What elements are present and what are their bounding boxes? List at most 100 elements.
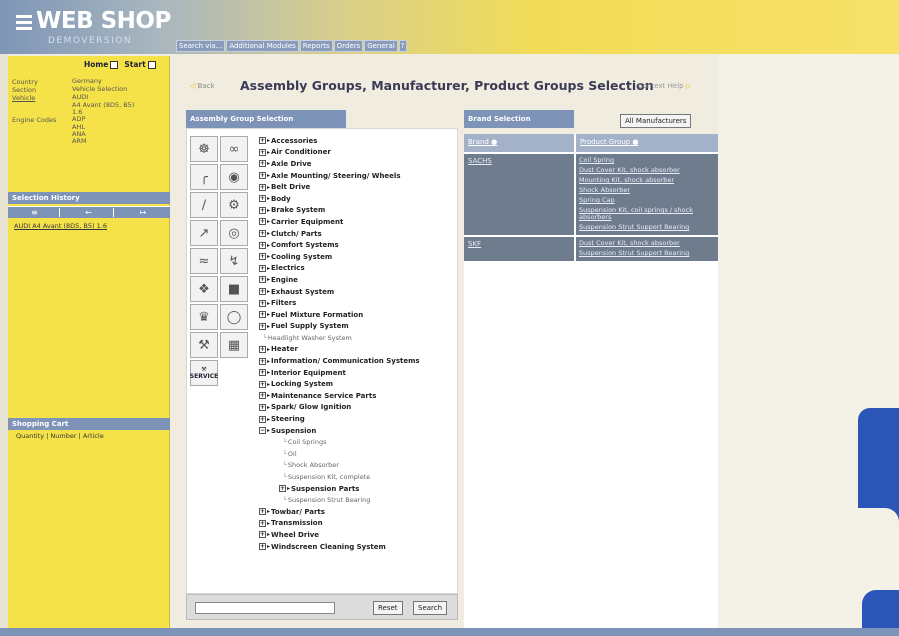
tree-item[interactable]: └ Headlight Washer System <box>259 332 459 344</box>
expand-icon[interactable]: + <box>259 288 266 296</box>
belt-drive-icon[interactable]: ∞ <box>220 136 248 162</box>
product-group-link[interactable]: Suspension Strut Support Bearing <box>579 250 715 257</box>
product-group-column-header[interactable]: Product Group ● <box>576 134 718 152</box>
tree-item[interactable]: + ▸ Filters <box>259 297 459 309</box>
wheel-icon[interactable]: ◎ <box>220 220 248 246</box>
tree-item[interactable]: + ▸ Fuel Supply System <box>259 321 459 333</box>
tree-item[interactable]: + ▸ Axle Mounting/ Steering/ Wheels <box>259 170 459 182</box>
tree-item[interactable]: + ▸ Fuel Mixture Formation <box>259 309 459 321</box>
expand-icon[interactable]: + <box>259 369 266 377</box>
nav-reports[interactable]: Reports <box>299 40 333 52</box>
fuel-pump-icon[interactable]: ♛ <box>190 304 218 330</box>
spark-plug-icon[interactable]: ↗ <box>190 220 218 246</box>
product-group-link[interactable]: Suspension Kit, coil springs / shock abs… <box>579 207 715 221</box>
collapse-icon[interactable]: − <box>259 427 266 435</box>
expand-icon[interactable]: + <box>279 485 286 493</box>
nav-help[interactable]: ? <box>398 40 407 52</box>
tree-item[interactable]: + ▸ Wheel Drive <box>259 529 459 541</box>
brake-disc-icon[interactable]: ◉ <box>220 164 248 190</box>
tree-item[interactable]: + ▸ Electrics <box>259 263 459 275</box>
tree-item[interactable]: + ▸ Clutch/ Parts <box>259 228 459 240</box>
brand-skf-link[interactable]: SKF <box>464 237 574 261</box>
tree-item[interactable]: + ▸ Information/ Communication Systems <box>259 355 459 367</box>
product-group-link[interactable]: Coil Spring <box>579 157 715 164</box>
tree-item[interactable]: + ▸ Maintenance Service Parts <box>259 390 459 402</box>
history-link[interactable]: AUDI A4 Avant (8D5, B5) 1.6 <box>14 222 107 230</box>
tree-item[interactable]: + ▸ Carrier Equipment <box>259 216 459 228</box>
tree-item[interactable]: + ▸ Suspension Parts <box>259 483 459 495</box>
expand-icon[interactable]: + <box>259 264 266 272</box>
tree-item[interactable]: + ▸ Heater <box>259 344 459 356</box>
tree-item[interactable]: + ▸ Transmission <box>259 518 459 530</box>
tree-item[interactable]: + ▸ Comfort Systems <box>259 239 459 251</box>
product-group-link[interactable]: Spring Cap <box>579 197 715 204</box>
tree-item[interactable]: + ▸ Towbar/ Parts <box>259 506 459 518</box>
expand-icon[interactable]: + <box>259 345 266 353</box>
tree-item[interactable]: └ Oil <box>259 448 459 460</box>
tree-item[interactable]: + ▸ Interior Equipment <box>259 367 459 379</box>
tree-item[interactable]: + ▸ Steering <box>259 413 459 425</box>
brand-sachs-link[interactable]: SACHS <box>464 154 574 235</box>
tree-item[interactable]: + ▸ Windscreen Cleaning System <box>259 541 459 553</box>
expand-icon[interactable]: + <box>259 531 266 539</box>
expand-icon[interactable]: + <box>259 357 266 365</box>
tree-item[interactable]: + ▸ Air Conditioner <box>259 147 459 159</box>
all-manufacturers-button[interactable]: All Manufacturers <box>620 114 692 128</box>
expand-icon[interactable]: + <box>259 276 266 284</box>
nav-general[interactable]: General <box>364 40 398 52</box>
expand-icon[interactable]: + <box>259 148 266 156</box>
expand-icon[interactable]: + <box>259 160 266 168</box>
history-end-icon[interactable]: ↦ <box>118 208 168 217</box>
product-group-link[interactable]: Dust Cover Kit, shock absorber <box>579 167 715 174</box>
brand-column-header[interactable]: Brand ● <box>464 134 574 152</box>
shock-absorber-icon[interactable]: ╭ <box>190 164 218 190</box>
product-group-link[interactable]: Mounting Kit, shock absorber <box>579 177 715 184</box>
nav-additional-modules[interactable]: Additional Modules <box>226 40 299 52</box>
expand-icon[interactable]: + <box>259 172 266 180</box>
tree-item[interactable]: └ Coil Springs <box>259 436 459 448</box>
seat-icon[interactable]: ■ <box>220 276 248 302</box>
product-group-link[interactable]: Dust Cover Kit, shock absorber <box>579 240 715 247</box>
filter-icon[interactable]: ❖ <box>190 276 218 302</box>
tree-item[interactable]: − ▸ Suspension <box>259 425 459 437</box>
expand-icon[interactable]: + <box>259 241 266 249</box>
nav-orders[interactable]: Orders <box>333 40 364 52</box>
expand-icon[interactable]: + <box>259 311 266 319</box>
wiper-icon[interactable]: ∕ <box>190 192 218 218</box>
tree-item[interactable]: + ▸ Body <box>259 193 459 205</box>
expand-icon[interactable]: + <box>259 415 266 423</box>
nav-search-via[interactable]: Search via... <box>176 40 226 52</box>
expand-icon[interactable]: + <box>259 183 266 191</box>
expand-icon[interactable]: + <box>259 206 266 214</box>
search-input[interactable] <box>195 602 335 614</box>
history-back-icon[interactable]: ← <box>64 208 114 217</box>
expand-icon[interactable]: + <box>259 543 266 551</box>
tree-item[interactable]: └ Suspension Strut Bearing <box>259 494 459 506</box>
tree-item[interactable]: + ▸ Locking System <box>259 378 459 390</box>
engine-icon[interactable]: ▦ <box>220 332 248 358</box>
expand-icon[interactable]: + <box>259 322 266 330</box>
product-group-link[interactable]: Suspension Strut Support Bearing <box>579 224 715 231</box>
tree-item[interactable]: + ▸ Engine <box>259 274 459 286</box>
electrics-icon[interactable]: ↯ <box>220 248 248 274</box>
tree-item[interactable]: + ▸ Exhaust System <box>259 286 459 298</box>
tree-item[interactable]: + ▸ Spark/ Glow Ignition <box>259 402 459 414</box>
history-list-icon[interactable]: ≡ <box>10 208 60 217</box>
product-group-link[interactable]: Shock Absorber <box>579 187 715 194</box>
expand-icon[interactable]: + <box>259 230 266 238</box>
tools-icon[interactable]: ⚒ <box>190 332 218 358</box>
tree-item[interactable]: + ▸ Brake System <box>259 205 459 217</box>
expand-icon[interactable]: + <box>259 195 266 203</box>
start-button[interactable]: Start <box>124 60 156 69</box>
expand-icon[interactable]: + <box>259 392 266 400</box>
home-button[interactable]: Home <box>84 60 119 69</box>
steering-wheel-icon[interactable]: ☸ <box>190 136 218 162</box>
service-icon[interactable]: ⚒ SERVICE <box>190 360 218 386</box>
expand-icon[interactable]: + <box>259 218 266 226</box>
tree-item[interactable]: └ Suspension Kit, complete <box>259 471 459 483</box>
context-help-link[interactable]: Context Help ▷ <box>638 82 691 90</box>
back-link[interactable]: ◁ Back <box>190 82 215 90</box>
tree-item[interactable]: └ Shock Absorber <box>259 460 459 472</box>
exhaust-icon[interactable]: ≈ <box>190 248 218 274</box>
search-button[interactable]: Search <box>413 601 448 615</box>
